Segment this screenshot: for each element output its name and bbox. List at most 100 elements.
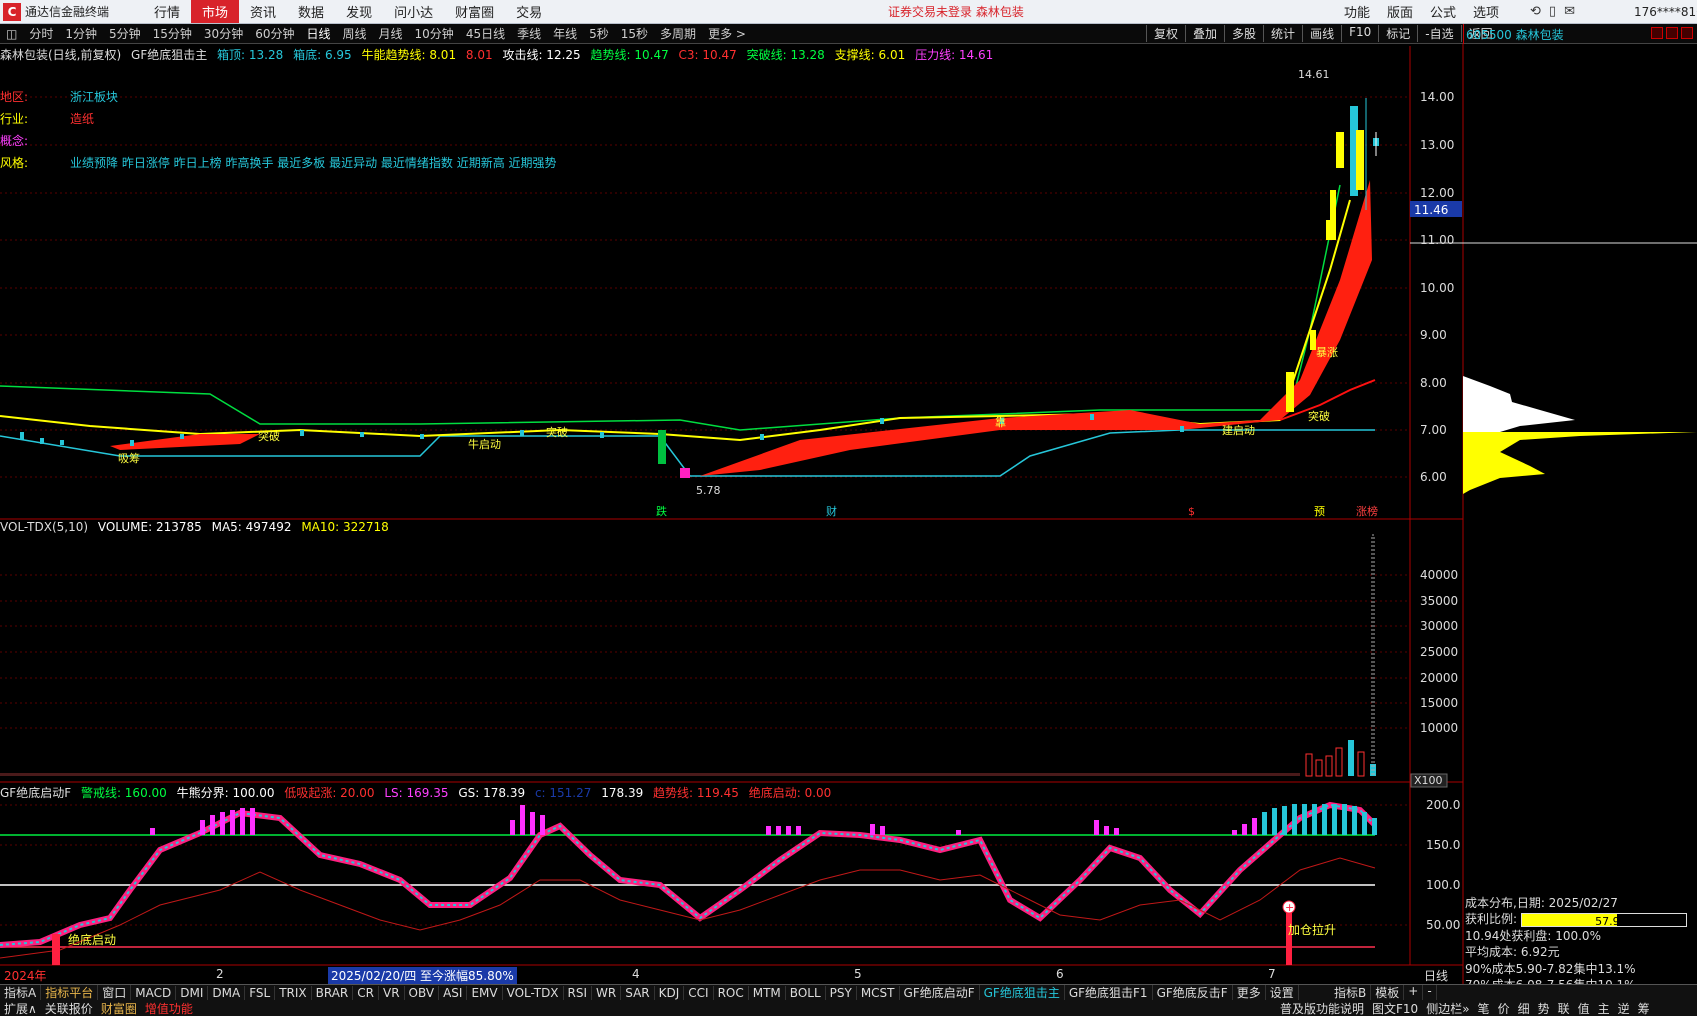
period-year[interactable]: 年线 [547, 25, 583, 42]
btn-duogu[interactable]: 多股 [1224, 25, 1263, 42]
indicator-tab[interactable]: DMI [176, 985, 209, 1000]
status-right-item[interactable]: 细 [1514, 1000, 1534, 1016]
indicator-tab[interactable]: OBV [405, 985, 440, 1000]
menu-hangqing[interactable]: 行情 [143, 0, 191, 23]
menu-wenxiaoda[interactable]: 问小达 [383, 0, 444, 23]
btn-biaoji[interactable]: 标记 [1378, 25, 1417, 42]
indicator-tab[interactable]: 设置 [1266, 985, 1299, 1000]
period-30min[interactable]: 30分钟 [198, 25, 249, 42]
indicator-tab[interactable]: ASI [439, 985, 468, 1000]
indicator-tab-right[interactable]: + [1404, 985, 1424, 1000]
status-right-item[interactable]: 主 [1594, 1000, 1614, 1016]
panel-icon-3[interactable] [1681, 27, 1693, 39]
phone-icon[interactable]: ▯ [1549, 4, 1556, 19]
indicator-tab[interactable]: BRAR [312, 985, 354, 1000]
indicator-tab[interactable]: PSY [826, 985, 857, 1000]
indicator-tab[interactable]: VOL-TDX [503, 985, 564, 1000]
status-right-item[interactable]: 筹 [1634, 1000, 1654, 1016]
indicator-tab-right[interactable]: - [1423, 985, 1437, 1000]
account-id[interactable]: 176****810 [1634, 5, 1697, 19]
status-guanlian[interactable]: 关联报价 [41, 1000, 97, 1016]
indicator-tab-right[interactable]: 模板 [1371, 985, 1405, 1000]
indicator-tab[interactable]: GF绝底狙击主 [980, 985, 1065, 1000]
btn-fuquan[interactable]: 复权 [1146, 25, 1185, 42]
indicator-tab[interactable]: 指标A [0, 985, 42, 1000]
indicator-tab[interactable]: KDJ [655, 985, 685, 1000]
period-month[interactable]: 月线 [373, 25, 409, 42]
indicator-tab[interactable]: 窗口 [98, 985, 132, 1000]
btn-huaxian[interactable]: 画线 [1302, 25, 1341, 42]
menu-xuanxiang[interactable]: 选项 [1473, 2, 1499, 21]
period-quarter[interactable]: 季线 [511, 25, 547, 42]
indicator-tab-right[interactable]: 指标B [1330, 985, 1372, 1000]
indicator-tab[interactable]: CR [353, 985, 379, 1000]
volume-indicator-header[interactable]: VOL-TDX(5,10) VOLUME: 213785 MA5: 497492… [0, 520, 395, 534]
indicator-tab[interactable]: MCST [857, 985, 900, 1000]
menu-gongshi[interactable]: 公式 [1430, 2, 1456, 21]
menu-zixun[interactable]: 资讯 [239, 0, 287, 23]
menu-caifuquan[interactable]: 财富圈 [444, 0, 505, 23]
refresh-icon[interactable]: ⟲ [1530, 4, 1541, 19]
status-right-item[interactable]: 笔 [1474, 1000, 1494, 1016]
panel-toggle-icon[interactable]: ◫ [0, 27, 23, 41]
status-right-item[interactable]: 图文F10 [1368, 1000, 1422, 1016]
period-5min[interactable]: 5分钟 [103, 25, 147, 42]
period-day[interactable]: 日线 [300, 25, 336, 42]
menu-faxian[interactable]: 发现 [335, 0, 383, 23]
indicator-tab[interactable]: BOLL [786, 985, 826, 1000]
status-right-item[interactable]: 逆 [1614, 1000, 1634, 1016]
stock-code-name[interactable]: 605500 森林包装 [1466, 26, 1564, 43]
panel-icon-2[interactable] [1666, 27, 1678, 39]
indicator-tab[interactable]: DMA [208, 985, 246, 1000]
period-15min[interactable]: 15分钟 [147, 25, 198, 42]
main-indicator-header[interactable]: 森林包装(日线,前复权) GF绝底狙击主 箱顶: 13.28 箱底: 6.95 … [0, 46, 999, 63]
indicator-tab[interactable]: GF绝底反击F [1153, 985, 1233, 1000]
period-1min[interactable]: 1分钟 [59, 25, 103, 42]
gf-indicator-header[interactable]: GF绝底启动F 警戒线: 160.00 牛熊分界: 100.00 低吸起涨: 2… [0, 784, 837, 801]
period-more[interactable]: 更多 > [702, 25, 752, 42]
indicator-tab[interactable]: 指标平台 [41, 985, 99, 1000]
period-45day[interactable]: 45日线 [460, 25, 511, 42]
indicator-tab[interactable]: TRIX [275, 985, 312, 1000]
status-right-item[interactable]: 侧边栏» [1422, 1000, 1473, 1016]
status-right-item[interactable]: 值 [1574, 1000, 1594, 1016]
btn-tongji[interactable]: 统计 [1263, 25, 1302, 42]
indicator-tab[interactable]: RSI [564, 985, 593, 1000]
btn-f10[interactable]: F10 [1341, 25, 1378, 42]
gf-name[interactable]: GF绝底启动F [0, 786, 71, 800]
indicator-tab[interactable]: WR [592, 985, 622, 1000]
indicator-tab[interactable]: 更多 [1233, 985, 1266, 1000]
status-kuozhan[interactable]: 扩展∧ [0, 1000, 41, 1016]
indicator-tab[interactable]: ROC [714, 985, 749, 1000]
period-label[interactable]: 日线 [1410, 967, 1462, 984]
status-right-item[interactable]: 价 [1494, 1000, 1514, 1016]
btn-diejia[interactable]: 叠加 [1185, 25, 1224, 42]
indicator-tab[interactable]: SAR [621, 985, 655, 1000]
menu-jiaoyi[interactable]: 交易 [505, 0, 553, 23]
status-caifuquan[interactable]: 财富圈 [97, 1000, 141, 1016]
indicator-tab[interactable]: GF绝底启动F [900, 985, 980, 1000]
status-right-item[interactable]: 势 [1534, 1000, 1554, 1016]
vol-name[interactable]: VOL-TDX(5,10) [0, 520, 88, 534]
kline-chart[interactable]: 14.00 13.00 12.00 11.00 10.00 9.00 8.00 … [0, 0, 1697, 1016]
indicator-tab[interactable]: MACD [131, 985, 177, 1000]
indicator-tab[interactable]: FSL [245, 985, 276, 1000]
status-zengzhi[interactable]: 增值功能 [141, 1000, 197, 1016]
status-right-item[interactable]: 普及版功能说明 [1276, 1000, 1368, 1016]
mail-icon[interactable]: ✉ [1564, 4, 1575, 19]
indicator-tab[interactable]: MTM [749, 985, 786, 1000]
indicator-tab[interactable]: GF绝底狙击F1 [1065, 985, 1153, 1000]
menu-banmian[interactable]: 版面 [1387, 2, 1413, 21]
period-multi[interactable]: 多周期 [654, 25, 702, 42]
menu-shichang[interactable]: 市场 [191, 0, 240, 23]
period-week[interactable]: 周线 [337, 25, 373, 42]
indicator-tab[interactable]: EMV [467, 985, 503, 1000]
period-60min[interactable]: 60分钟 [249, 25, 300, 42]
panel-icon-1[interactable] [1651, 27, 1663, 39]
period-fenshi[interactable]: 分时 [23, 25, 59, 42]
btn-zixuan[interactable]: -自选 [1417, 25, 1460, 42]
menu-shuju[interactable]: 数据 [287, 0, 335, 23]
indicator-tab[interactable]: CCI [684, 985, 714, 1000]
period-5sec[interactable]: 5秒 [583, 25, 615, 42]
indicator-name[interactable]: GF绝底狙击主 [131, 48, 207, 62]
